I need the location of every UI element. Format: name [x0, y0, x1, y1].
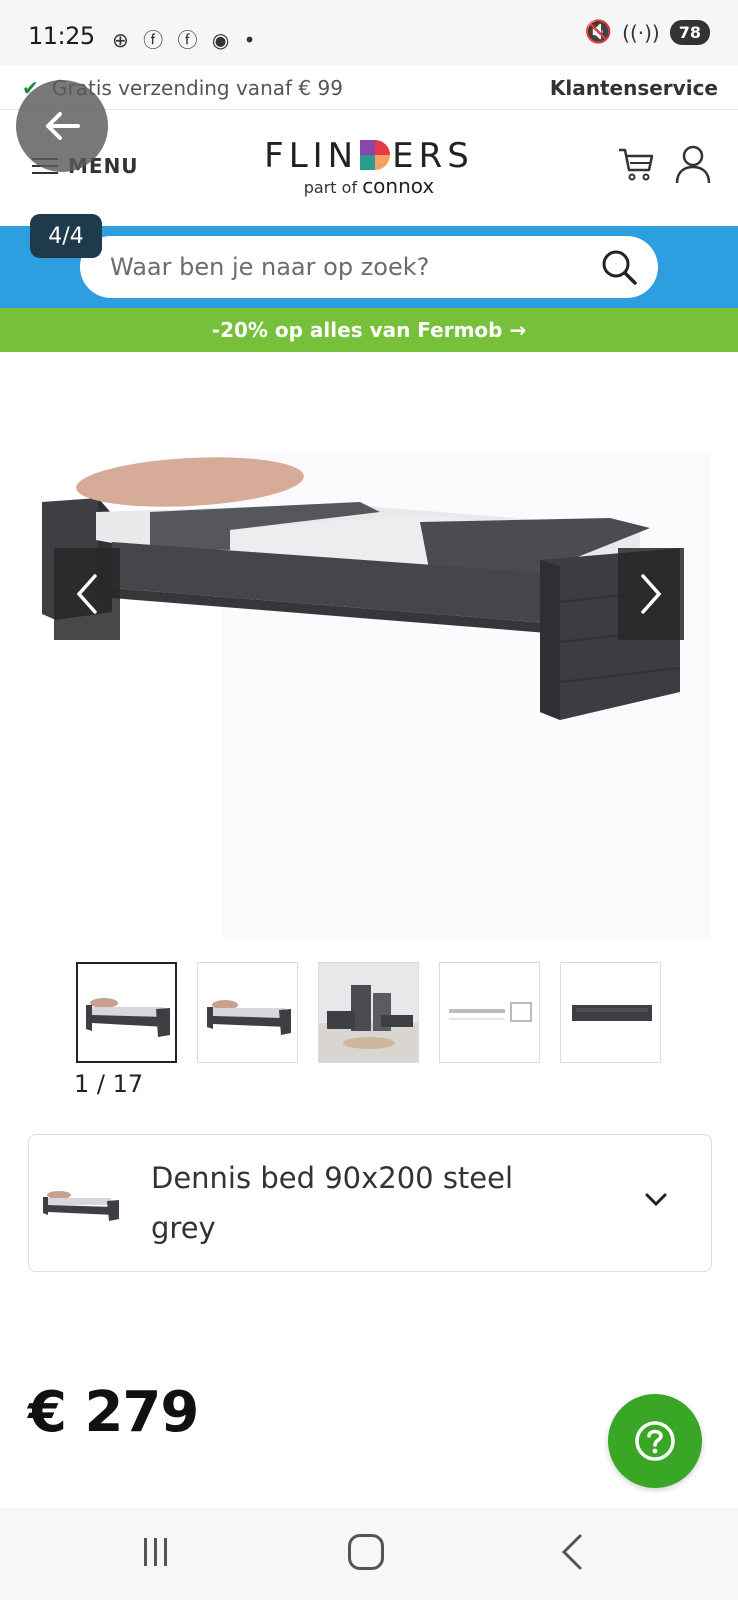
variant-name: Dennis bed 90x200 steel grey — [151, 1161, 514, 1245]
gallery-prev-button[interactable] — [54, 548, 120, 640]
help-icon — [635, 1421, 675, 1461]
fermob-promo-banner[interactable]: -20% op alles van Fermob → — [0, 308, 738, 352]
product-image-bed — [42, 457, 681, 720]
wifi-icon: ((·)) — [622, 20, 660, 45]
status-right: 🔇 ((·)) 78 — [585, 20, 710, 45]
variant-selector[interactable]: Dennis bed 90x200 steel grey — [28, 1134, 712, 1272]
customer-service-link[interactable]: Klantenservice — [550, 76, 718, 100]
flinders-logo[interactable]: FLIN ERS part of connox — [264, 136, 474, 198]
notification-icons: ⊕ ⓕ ⓕ ◉ • — [112, 28, 260, 52]
system-nav-bar — [0, 1508, 738, 1600]
search-bar — [0, 226, 738, 308]
thumbnail-strip — [76, 962, 661, 1063]
gallery-next-button[interactable] — [618, 548, 684, 640]
thumbnail-4-drawing[interactable] — [439, 962, 540, 1063]
cart-button[interactable] — [616, 144, 656, 188]
site-header: MENU FLIN ERS part of connox — [0, 110, 738, 226]
battery-indicator: 78 — [669, 20, 710, 45]
user-icon — [675, 145, 711, 184]
status-time: 11:25 — [28, 22, 95, 50]
account-button[interactable] — [674, 144, 712, 188]
status-bar: 11:25 ⊕ ⓕ ⓕ ◉ • 🔇 ((·)) 78 — [0, 0, 738, 66]
variant-thumbnail — [43, 1191, 119, 1221]
search-input[interactable] — [80, 236, 658, 298]
search-icon[interactable] — [600, 248, 638, 290]
chevron-down-icon — [645, 1193, 667, 1207]
help-button[interactable] — [608, 1394, 702, 1488]
back-button[interactable] — [16, 80, 108, 172]
back-arrow-icon — [46, 112, 80, 140]
thumbnail-2[interactable] — [197, 962, 298, 1063]
cart-icon — [619, 148, 654, 181]
chevron-right-icon — [641, 574, 662, 614]
home-button[interactable] — [348, 1534, 384, 1570]
chevron-left-icon — [76, 574, 97, 614]
logo-d-mark — [360, 140, 391, 170]
gallery-counter-badge: 4/4 — [30, 214, 102, 258]
system-back-button[interactable] — [558, 1532, 586, 1572]
mute-icon: 🔇 — [584, 20, 613, 45]
thumbnail-5-drawer[interactable] — [560, 962, 661, 1063]
product-price: € 279 — [28, 1380, 199, 1445]
image-count: 1 / 17 — [74, 1070, 144, 1098]
thumbnail-1[interactable] — [76, 962, 177, 1063]
thumbnail-3-room[interactable] — [318, 962, 419, 1063]
product-gallery — [0, 352, 738, 942]
shipping-promo-bar: ✔ Gratis verzending vanaf € 99 Klantense… — [0, 66, 738, 110]
recent-apps-button[interactable] — [144, 1538, 167, 1566]
